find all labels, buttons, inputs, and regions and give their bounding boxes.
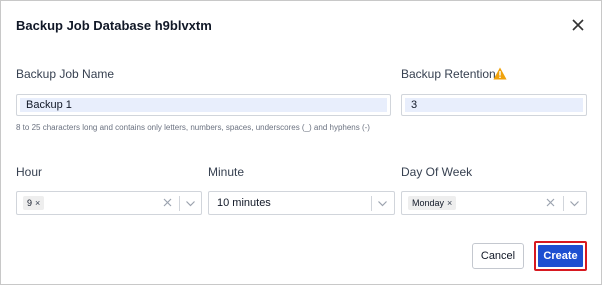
hour-label: Hour — [16, 165, 43, 179]
day-of-week-chip-remove[interactable]: × — [447, 198, 452, 208]
retention-label: Backup Retention — [401, 67, 496, 81]
hour-chip-label: 9 — [27, 198, 33, 208]
hour-select[interactable]: 9 × — [16, 191, 202, 215]
day-of-week-chip-label: Monday — [412, 198, 445, 208]
warning-icon[interactable] — [493, 67, 507, 80]
dialog-title: Backup Job Database h9blvxtm — [16, 18, 212, 33]
day-of-week-chip: Monday × — [408, 196, 457, 210]
minute-select[interactable]: 10 minutes — [208, 191, 395, 215]
hour-chip: 9 × — [23, 196, 45, 210]
job-name-hint: 8 to 25 characters long and contains onl… — [16, 123, 370, 132]
job-name-input[interactable]: Backup 1 — [16, 94, 391, 116]
chevron-down-icon[interactable] — [185, 199, 196, 208]
minute-label: Minute — [208, 165, 245, 179]
clear-icon[interactable] — [162, 197, 173, 208]
retention-input[interactable]: 3 — [401, 94, 587, 116]
hour-chip-remove[interactable]: × — [35, 198, 40, 208]
day-of-week-select[interactable]: Monday × — [401, 191, 587, 215]
retention-value: 3 — [411, 99, 418, 111]
chevron-down-icon[interactable] — [377, 199, 388, 208]
minute-value: 10 minutes — [217, 197, 271, 209]
chevron-down-icon[interactable] — [569, 199, 580, 208]
cancel-button[interactable]: Cancel — [472, 243, 524, 269]
day-of-week-label: Day Of Week — [401, 165, 473, 179]
create-button-highlight[interactable]: Create — [534, 241, 587, 271]
backup-job-dialog: Backup Job Database h9blvxtm Backup Job … — [0, 0, 602, 285]
job-name-value: Backup 1 — [26, 99, 72, 111]
clear-icon[interactable] — [545, 197, 556, 208]
create-button[interactable]: Create — [538, 245, 583, 267]
close-icon[interactable] — [570, 17, 586, 33]
job-name-label: Backup Job Name — [16, 67, 115, 81]
